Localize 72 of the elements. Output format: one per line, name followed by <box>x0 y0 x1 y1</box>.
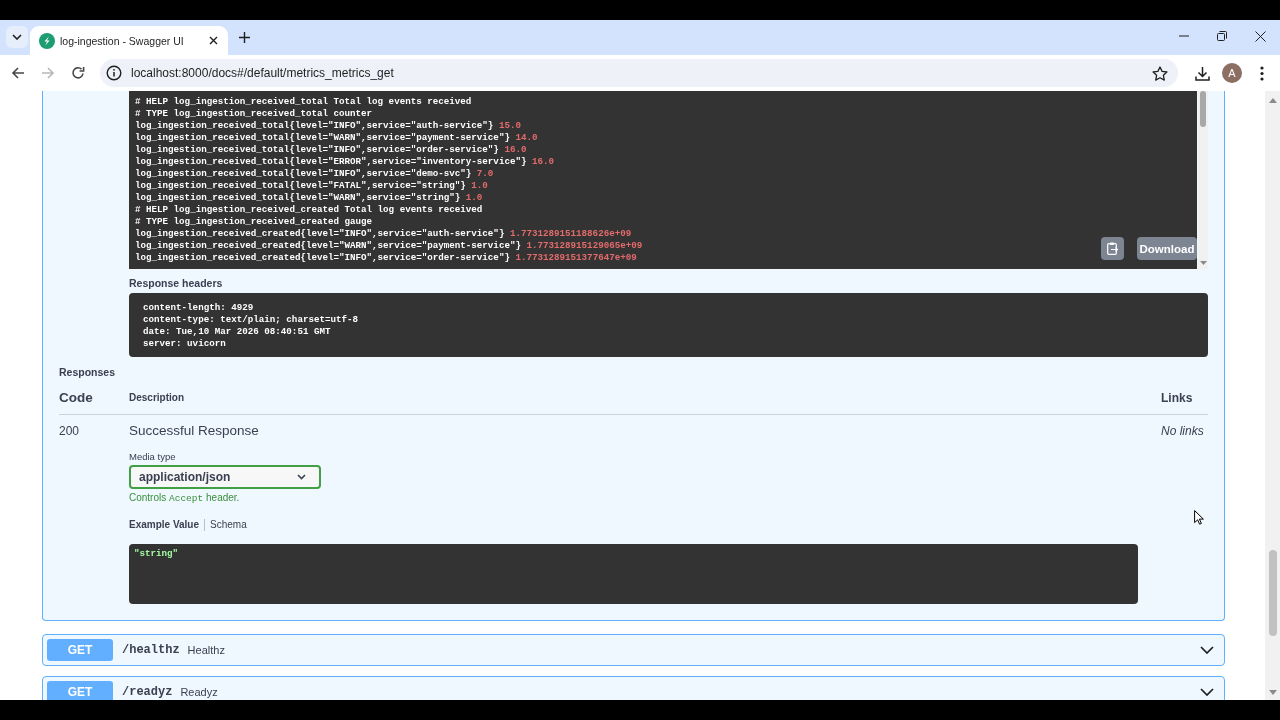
code-line: log_ingestion_received_total{level="INFO",service="order-service"} 16.0 <box>135 144 527 156</box>
code-line: log_ingestion_received_created{level="INFO",service="order-service"} 1.7731289151377647e+09 <box>135 252 637 264</box>
restore-icon <box>1217 31 1227 41</box>
profile-avatar[interactable]: A <box>1222 63 1242 83</box>
method-badge: GET <box>47 681 113 700</box>
star-icon[interactable] <box>1152 65 1168 81</box>
code-line: log_ingestion_received_total{level="FATAL",service="string"} 1.0 <box>135 180 488 192</box>
example-tab[interactable]: Example Value <box>129 518 200 532</box>
header-line: date: Tue,10 Mar 2026 08:40:51 GMT <box>143 326 331 338</box>
media-type-select[interactable]: application/json <box>129 465 321 489</box>
code-line: log_ingestion_received_total{level="INFO",service="auth-service"} 15.0 <box>135 120 521 132</box>
endpoint-summary: Readyz <box>180 686 218 698</box>
example-tab[interactable]: Schema <box>210 518 247 532</box>
column-header: Code <box>59 390 93 406</box>
scroll-down-icon[interactable] <box>1268 690 1277 695</box>
endpoint-path: /readyz <box>122 685 173 699</box>
endpoint-summary: Healthz <box>187 644 225 656</box>
hint-text: Controls Accept header. <box>129 492 240 505</box>
scrollbar-track[interactable] <box>1198 91 1208 269</box>
chevron-down-icon <box>297 474 306 480</box>
reload-icon <box>71 66 85 80</box>
download-icon <box>1194 65 1210 81</box>
table-cell: 200 <box>59 423 80 439</box>
chevron-down-icon[interactable] <box>1200 646 1214 654</box>
column-header: Description <box>129 391 184 405</box>
endpoint-row[interactable]: GET /healthz Healthz <box>42 634 1225 666</box>
code-line: # TYPE log_ingestion_received_created gauge <box>135 216 373 228</box>
endpoint-row[interactable]: GET /readyz Readyz <box>42 676 1225 700</box>
clipboard-icon <box>1107 242 1118 255</box>
header-line: content-type: text/plain; charset=utf-8 <box>143 314 359 326</box>
header-line: content-length: 4929 <box>143 302 254 314</box>
code-line: log_ingestion_received_total{level="ERROR",service="inventory-service"} 16.0 <box>135 156 555 168</box>
scrollbar-thumb[interactable] <box>1200 91 1206 127</box>
code-line: log_ingestion_received_created{level="WARN",service="payment-service"} 1.773128915129065e+09 <box>135 240 643 252</box>
download-button[interactable]: Download <box>1137 237 1197 260</box>
plus-icon <box>238 31 250 43</box>
column-header: Links <box>1161 390 1193 406</box>
endpoint-path: /healthz <box>122 643 180 657</box>
code-line: # TYPE log_ingestion_received_total counter <box>135 108 373 120</box>
scrollbar-thumb[interactable] <box>1268 550 1277 636</box>
address-bar[interactable]: localhost:8000/docs#/default/metrics_metrics_get <box>100 59 1178 87</box>
browser-tab[interactable]: log-ingestion - Swagger UI <box>30 26 228 55</box>
code-line: log_ingestion_received_total{level="INFO",service="demo-svc"} 7.0 <box>135 168 494 180</box>
forward-arrow-icon <box>41 66 55 80</box>
code-line: log_ingestion_received_created{level="INFO",service="auth-service"} 1.7731289151188626e+09 <box>135 228 632 240</box>
section-label: Response headers <box>129 277 223 289</box>
info-icon <box>106 65 122 81</box>
method-badge: GET <box>47 639 113 661</box>
minimize-icon <box>1179 35 1189 37</box>
section-title: Responses <box>59 366 116 378</box>
chevron-down-icon <box>12 34 22 40</box>
code-line: # HELP log_ingestion_received_total Total log events received <box>135 96 472 108</box>
code-line: # HELP log_ingestion_received_created Total log events received <box>135 204 483 216</box>
scroll-down-icon[interactable] <box>1199 261 1207 265</box>
code-line: log_ingestion_received_total{level="WARN",service="string"} 1.0 <box>135 192 483 204</box>
code-block: "string" <box>129 544 1138 604</box>
site-logo-icon <box>39 32 55 49</box>
chevron-down-icon[interactable] <box>1200 688 1214 696</box>
header-line: server: uvicorn <box>143 338 226 350</box>
code-line: log_ingestion_received_total{level="WARN",service="payment-service"} 14.0 <box>135 132 538 144</box>
field-label: Media type <box>129 451 176 463</box>
copy-button[interactable] <box>1101 237 1124 260</box>
scrollbar-track[interactable] <box>1265 91 1280 700</box>
mouse-cursor-icon <box>1194 510 1204 525</box>
back-arrow-icon <box>11 66 25 80</box>
close-icon <box>208 36 218 45</box>
table-cell: No links <box>1161 423 1204 439</box>
menu-icon <box>1260 65 1264 81</box>
tab-search-button[interactable] <box>6 26 28 48</box>
scroll-up-icon[interactable] <box>1268 98 1277 103</box>
response-description: Successful Response <box>129 423 259 439</box>
close-icon <box>1254 30 1266 42</box>
